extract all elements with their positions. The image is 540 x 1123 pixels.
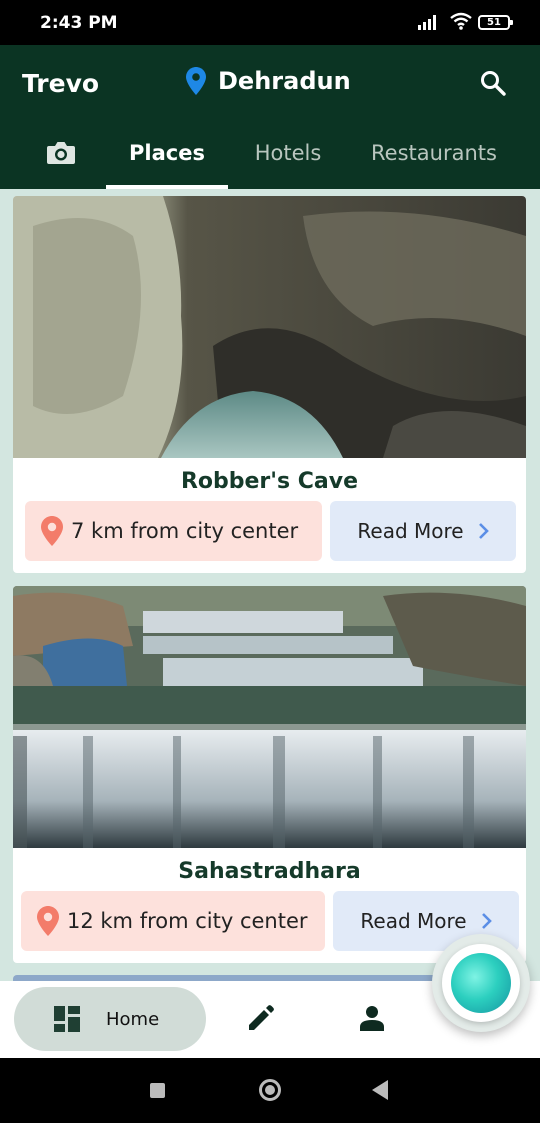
location-pin-icon [37,906,59,936]
edit-icon[interactable] [246,1005,274,1033]
battery-indicator: 51 [478,15,513,30]
camera-icon [47,142,75,164]
tab-places-label: Places [129,141,205,165]
dashboard-icon [54,1006,80,1032]
wifi-icon [450,12,472,30]
search-icon[interactable] [480,70,506,96]
status-time: 2:43 PM [40,13,118,33]
tab-selected-indicator [106,185,228,189]
tab-camera[interactable] [38,131,84,189]
place-photo [13,196,526,458]
system-navigation-bar [0,1058,540,1123]
fab-inner [442,944,520,1022]
place-title: Sahastradhara [178,859,361,884]
orb-icon [451,953,511,1013]
cellular-signal-icon [418,15,436,30]
tab-places[interactable]: Places [106,131,228,189]
nav-home[interactable]: Home [14,987,206,1051]
distance-chip: 7 km from city center [25,501,322,561]
status-bar: 2:43 PM 51 [0,0,540,45]
profile-icon[interactable] [360,1005,384,1031]
app-title: Trevo [22,69,100,98]
chevron-right-icon [478,523,489,539]
app-bar: Trevo Dehradun Places Hotels Restaurants [0,45,540,189]
read-more-label: Read More [360,909,467,933]
place-card[interactable]: Sahastradhara 12 km from city center Rea… [13,586,526,963]
floating-action-button[interactable] [432,934,530,1032]
read-more-button[interactable]: Read More [330,501,516,561]
tab-hotels-label: Hotels [254,141,322,165]
chevron-right-icon [481,913,492,929]
distance-chip: 12 km from city center [21,891,325,951]
place-title: Robber's Cave [180,469,359,494]
home-icon[interactable] [259,1079,281,1101]
place-card[interactable]: Robber's Cave 7 km from city center Read… [13,196,526,573]
location-selector[interactable]: Dehradun [186,67,351,95]
distance-text: 7 km from city center [71,519,299,543]
recents-icon[interactable] [150,1083,165,1098]
location-pin-icon [186,67,206,95]
nav-home-label: Home [106,1008,160,1030]
tab-restaurants[interactable]: Restaurants [366,131,502,189]
tab-hotels[interactable]: Hotels [246,131,330,189]
distance-text: 12 km from city center [67,909,308,933]
back-icon[interactable] [372,1080,388,1100]
category-tabs: Places Hotels Restaurants [0,131,540,189]
read-more-label: Read More [357,519,464,543]
place-photo [13,586,526,848]
location-pin-icon [41,516,63,546]
location-name: Dehradun [218,67,351,95]
tab-restaurants-label: Restaurants [371,141,497,165]
